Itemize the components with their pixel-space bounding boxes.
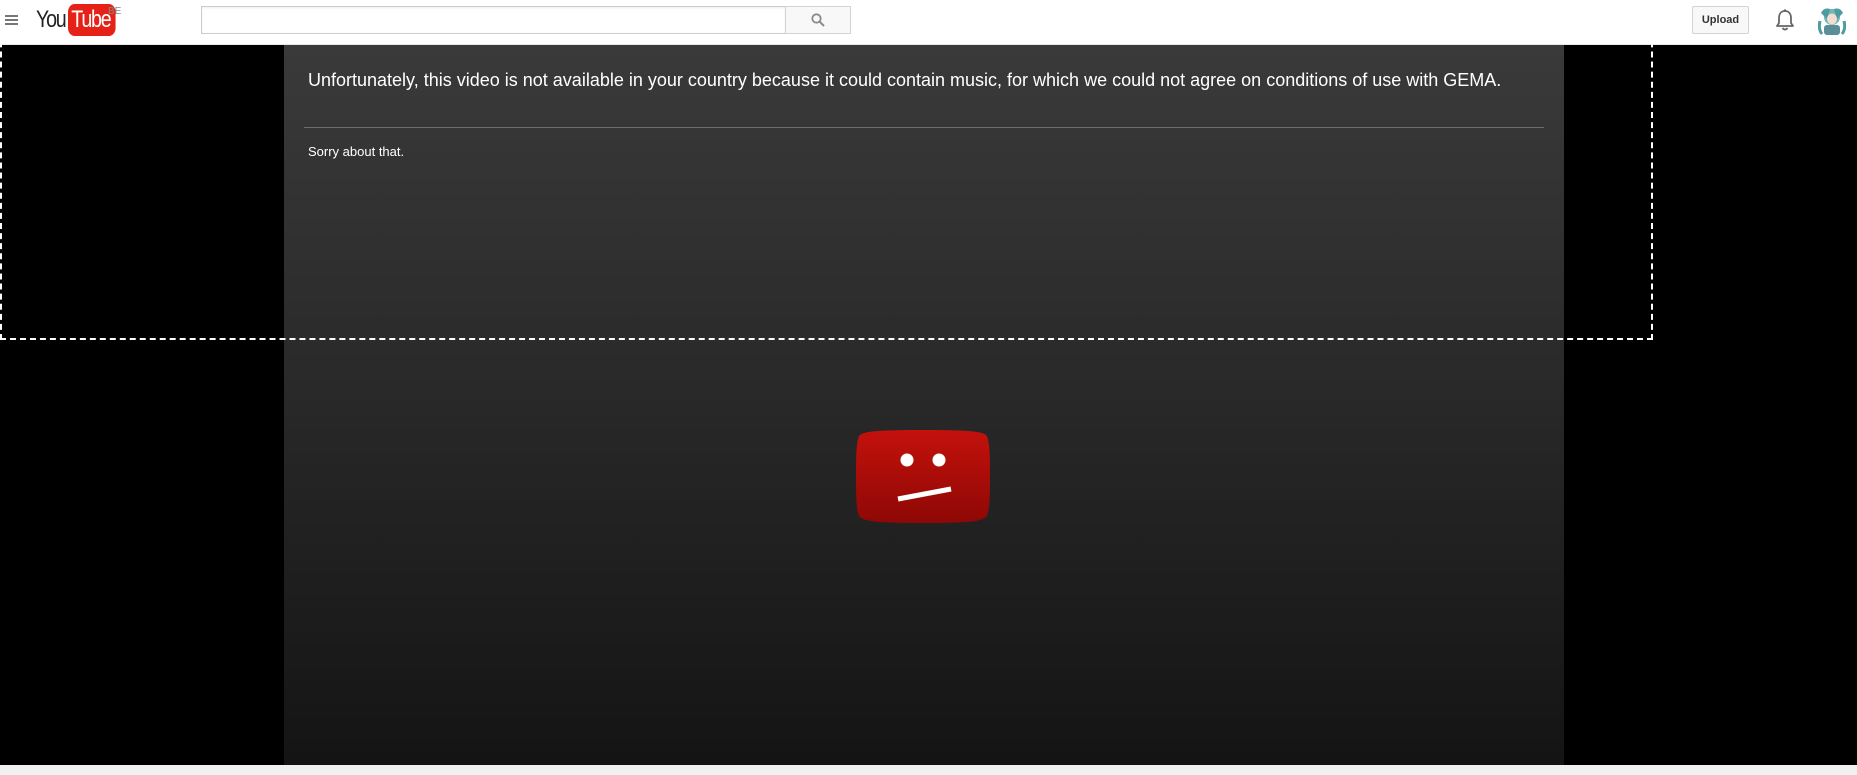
video-player[interactable]: Unfortunately, this video is not availab…	[284, 45, 1564, 765]
search-icon	[811, 13, 825, 27]
logo-you-text: You	[36, 6, 67, 33]
upload-button[interactable]: Upload	[1692, 6, 1749, 34]
search-button[interactable]	[785, 6, 851, 34]
search-box	[201, 6, 785, 34]
bell-icon	[1776, 9, 1794, 31]
message-divider	[304, 127, 1544, 128]
country-code: BE	[108, 6, 122, 17]
notifications-button[interactable]	[1774, 8, 1796, 32]
sorry-message: Sorry about that.	[308, 144, 405, 159]
guide-menu-button[interactable]	[4, 13, 20, 27]
page-bottom-strip	[0, 765, 1857, 775]
masthead: You Tube BE Upload	[0, 0, 1857, 45]
player-container: Unfortunately, this video is not availab…	[0, 45, 1857, 765]
hamburger-menu-icon	[5, 15, 18, 17]
search-input[interactable]	[202, 7, 785, 33]
unavailable-message: Unfortunately, this video is not availab…	[308, 70, 1502, 90]
user-avatar[interactable]	[1817, 5, 1847, 35]
avatar-image	[1817, 5, 1847, 35]
sad-face-icon	[856, 430, 990, 523]
